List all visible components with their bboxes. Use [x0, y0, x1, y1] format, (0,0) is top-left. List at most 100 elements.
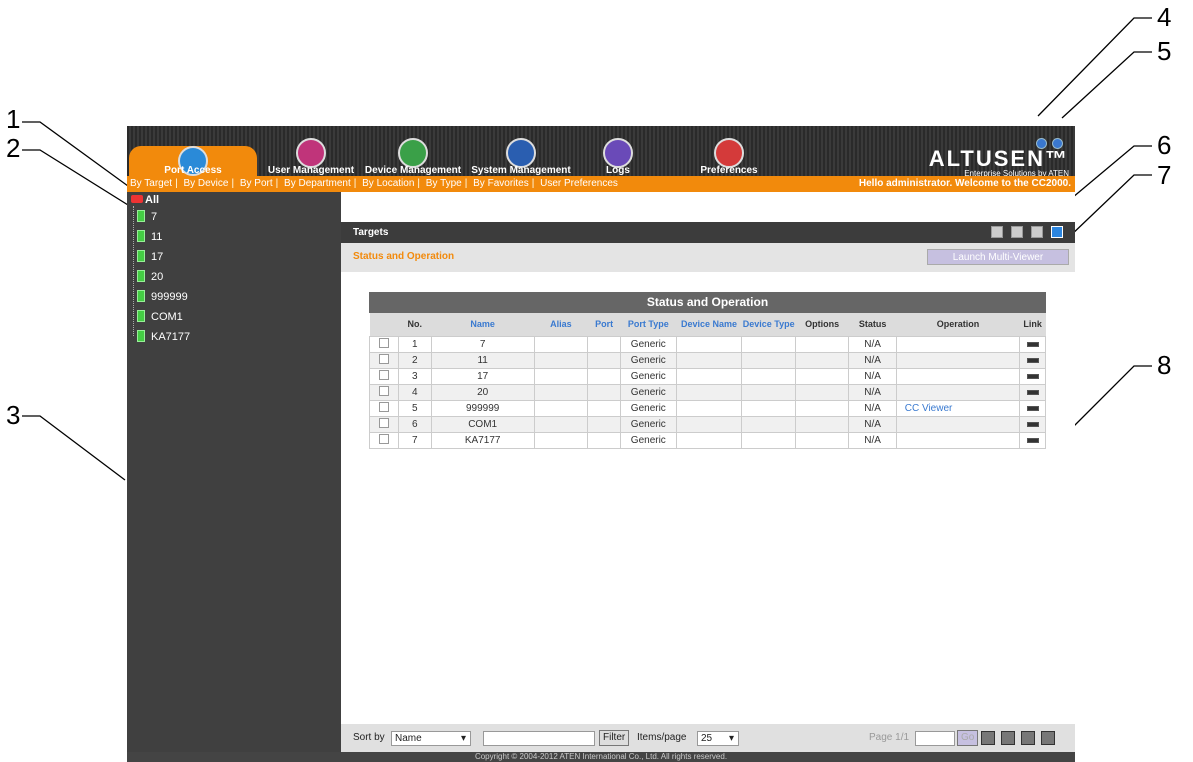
last-page-icon[interactable] [1041, 731, 1055, 745]
no-cell: 4 [397, 383, 432, 401]
subnav-by-department[interactable]: By Department [281, 176, 354, 192]
subnav-by-device[interactable]: By Device [180, 176, 231, 192]
tree-item-label: 999999 [151, 291, 188, 303]
subnav-user-preferences[interactable]: User Preferences [537, 176, 621, 192]
device-name-cell [675, 399, 743, 417]
tab-device-management[interactable]: Device Management [363, 138, 463, 176]
items-per-page-select[interactable]: 25 ▾ [697, 731, 739, 746]
port-type-cell: Generic [620, 367, 677, 385]
name-cell: 11 [430, 351, 535, 369]
col-device-type[interactable]: Device Type [741, 313, 796, 336]
tree-item[interactable]: 17 [137, 250, 163, 263]
subnav-by-port[interactable]: By Port [237, 176, 276, 192]
tab-label: Logs [606, 165, 630, 176]
sub-nav: By Target | By Device | By Port | By Depart… [127, 176, 1075, 192]
filter-button[interactable]: Filter [599, 730, 630, 746]
name-cell: 17 [430, 367, 535, 385]
main-panel: Targets Status and Operation Launch Mult… [341, 192, 1075, 752]
tab-preferences[interactable]: Preferences [689, 138, 769, 176]
row-checkbox[interactable] [378, 353, 389, 364]
tree-item[interactable]: COM1 [137, 310, 183, 323]
prev-page-icon[interactable] [1001, 731, 1015, 745]
link-status-icon [1026, 357, 1039, 363]
subnav-by-target[interactable]: By Target [127, 176, 175, 192]
operation-link[interactable]: CC Viewer [905, 403, 953, 414]
move-up-icon[interactable] [1011, 226, 1023, 238]
col-options: Options [795, 313, 849, 336]
tree-item-label: 7 [151, 211, 158, 223]
row-checkbox[interactable] [378, 433, 389, 444]
status-title: Status and Operation [353, 251, 455, 262]
filter-input[interactable] [483, 731, 595, 746]
move-bottom-icon[interactable] [1051, 226, 1063, 238]
port-type-cell: Generic [620, 399, 677, 417]
alias-cell [533, 351, 589, 369]
move-top-icon[interactable] [991, 226, 1003, 238]
port-cell [587, 399, 622, 417]
tree-item[interactable]: 11 [137, 230, 162, 243]
col-port-type[interactable]: Port Type [620, 313, 677, 336]
operation-cell [895, 351, 1021, 369]
name-cell: 7 [430, 335, 535, 353]
device-type-cell [741, 415, 796, 433]
go-button[interactable]: Go [957, 730, 979, 746]
select-cell [369, 415, 399, 433]
port-cell [587, 335, 622, 353]
col-device-name[interactable]: Device Name [676, 313, 742, 336]
subnav-by-favorites[interactable]: By Favorites [470, 176, 532, 192]
col-name[interactable]: Name [431, 313, 535, 336]
row-checkbox[interactable] [378, 401, 389, 412]
status-cell: N/A [848, 367, 897, 385]
link-cell [1019, 351, 1046, 369]
first-page-icon[interactable] [981, 731, 995, 745]
device-type-cell [741, 383, 796, 401]
items-per-page-label: Items/page [637, 732, 687, 743]
tree-root-label: All [145, 194, 160, 206]
welcome-message: Hello administrator. Welcome to the CC20… [858, 178, 1071, 189]
tab-user-management[interactable]: User Management [261, 138, 361, 176]
app-window: Port Access User Management Device Manag… [127, 126, 1075, 762]
row-checkbox[interactable] [378, 337, 389, 348]
select-cell [369, 335, 399, 353]
col-port[interactable]: Port [587, 313, 621, 336]
operation-cell [895, 335, 1021, 353]
next-page-icon[interactable] [1021, 731, 1035, 745]
row-checkbox[interactable] [378, 385, 389, 396]
page-input[interactable] [915, 731, 955, 746]
table-row: 5 999999 Generic N/A CC Viewer [369, 399, 1046, 417]
alias-cell [533, 431, 589, 449]
col-no: No. [398, 313, 432, 336]
tab-port-access[interactable]: Port Access [129, 146, 257, 176]
subnav-by-type[interactable]: By Type [423, 176, 465, 192]
select-cell [369, 351, 399, 369]
chevron-down-icon: ▾ [728, 733, 734, 744]
sort-select[interactable]: Name ▾ [391, 731, 471, 746]
port-icon [137, 270, 145, 282]
tree-item[interactable]: 7 [137, 210, 157, 223]
tree-item[interactable]: KA7177 [137, 330, 190, 343]
callout-5: 5 [1157, 36, 1172, 66]
options-cell [794, 351, 850, 369]
no-cell: 2 [397, 351, 432, 369]
no-cell: 5 [397, 399, 432, 417]
chevron-down-icon: ▾ [460, 733, 466, 744]
system-icon [506, 138, 536, 168]
subnav-by-location[interactable]: By Location [359, 176, 417, 192]
link-cell [1019, 383, 1046, 401]
no-cell: 7 [397, 431, 432, 449]
move-down-icon[interactable] [1031, 226, 1043, 238]
device-name-cell [675, 351, 743, 369]
col-alias[interactable]: Alias [534, 313, 588, 336]
status-cell: N/A [848, 399, 897, 417]
row-checkbox[interactable] [378, 417, 389, 428]
port-icon [137, 310, 145, 322]
tab-logs[interactable]: Logs [583, 138, 653, 176]
row-checkbox[interactable] [378, 369, 389, 380]
port-type-cell: Generic [620, 351, 677, 369]
tree-item[interactable]: 20 [137, 270, 163, 283]
tree-item[interactable]: 999999 [137, 290, 188, 303]
tab-system-management[interactable]: System Management [469, 138, 573, 176]
options-cell [794, 431, 850, 449]
tree-root-all[interactable]: All [131, 194, 159, 206]
launch-multiviewer-button[interactable]: Launch Multi-Viewer [927, 249, 1069, 265]
